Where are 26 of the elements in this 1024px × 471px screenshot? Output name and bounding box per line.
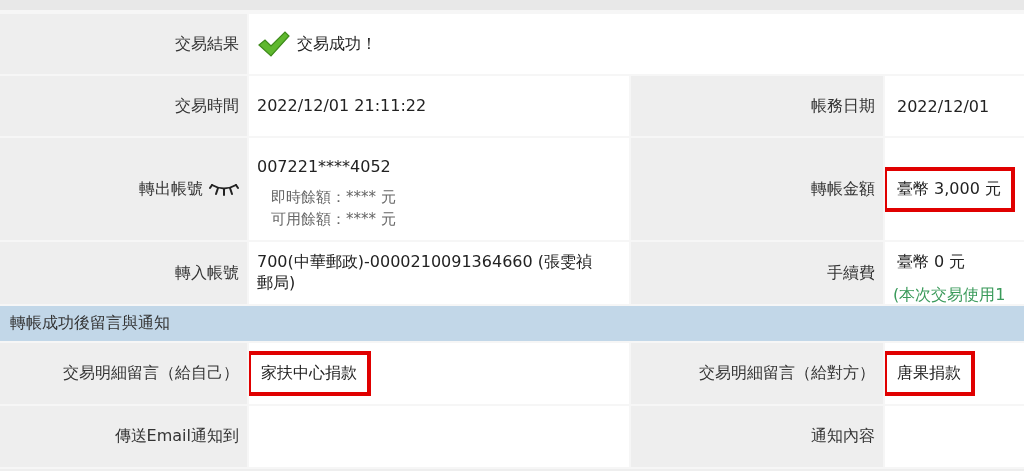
closed-eye-icon[interactable] bbox=[209, 182, 239, 196]
field-label: 交易結果 bbox=[175, 33, 239, 55]
balance-text: 即時餘額：**** 元 bbox=[270, 186, 396, 208]
field-label: 交易明細留言（給對方） bbox=[699, 363, 875, 384]
field-label: 傳送Email通知到 bbox=[114, 426, 239, 447]
field-label: 帳務日期 bbox=[811, 95, 875, 117]
field-label: 轉出帳號 bbox=[139, 178, 203, 200]
field-value: 2022/12/01 bbox=[896, 95, 991, 118]
field-value: 臺幣 0 元 bbox=[896, 251, 967, 273]
checkmark-icon bbox=[257, 30, 291, 58]
field-label: 交易明細留言（給自己） bbox=[63, 363, 239, 384]
field-label: 轉入帳號 bbox=[175, 262, 239, 284]
field-value: 700(中華郵政)-0000210091364660 (張雯禎郵局) bbox=[257, 252, 593, 294]
field-label: 通知內容 bbox=[811, 426, 875, 447]
field-value: 家扶中心捐款 bbox=[249, 351, 371, 396]
fee-note: (本次交易使用1 bbox=[893, 285, 1006, 304]
field-value: 臺幣 3,000 元 bbox=[885, 166, 1015, 212]
field-label: 手續費 bbox=[827, 262, 875, 284]
field-value: 唐果捐款 bbox=[885, 351, 975, 396]
balance-text: 可用餘額：**** 元 bbox=[270, 209, 396, 231]
field-label: 轉帳金額 bbox=[811, 178, 875, 200]
field-value: 2022/12/01 21:11:22 bbox=[257, 95, 427, 117]
section-title: 轉帳成功後留言與通知 bbox=[10, 313, 170, 334]
result-text: 交易成功！ bbox=[297, 33, 377, 55]
field-value: 007221****4052 bbox=[257, 156, 391, 179]
field-label: 交易時間 bbox=[175, 95, 239, 117]
